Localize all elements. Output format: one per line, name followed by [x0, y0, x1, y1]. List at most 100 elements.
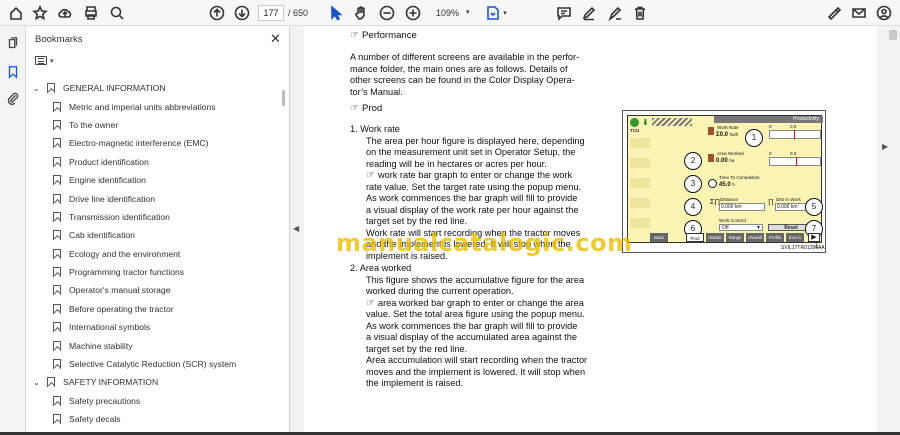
document-scrollbar[interactable]	[889, 30, 897, 40]
softkey-eco[interactable]: Eco+1	[786, 233, 804, 242]
productivity-screen-figure: Productivity ⬇ TCU Work Rate Σ0.0 ha/h 0…	[622, 110, 826, 253]
bookmark-item[interactable]: International symbols	[26, 318, 282, 336]
softkey-range[interactable]: Range	[726, 233, 744, 242]
account-icon[interactable]	[875, 4, 893, 22]
mail-icon[interactable]	[850, 4, 868, 22]
body-line: As work commences the bar graph will fil…	[366, 193, 578, 203]
work-control-label: Work Control	[719, 218, 746, 223]
work-rate-bar-graph[interactable]	[769, 130, 821, 139]
area-worked-bar-graph[interactable]	[769, 157, 821, 166]
fit-page-icon[interactable]	[484, 4, 502, 22]
bookmark-label: International symbols	[69, 322, 151, 333]
play-arrow-icon[interactable]: ▶	[808, 233, 820, 242]
bookmark-item[interactable]: Electro-magnetic interference (EMC)	[26, 134, 282, 152]
bookmark-item[interactable]: Operator's manual storage	[26, 281, 282, 299]
expand-panel-arrow-icon[interactable]: ▶	[882, 142, 888, 151]
page-number-input[interactable]: 177	[258, 5, 284, 21]
softkey-instant[interactable]: Instant	[706, 233, 724, 242]
softkey-prod[interactable]: Prod	[686, 233, 704, 242]
trash-icon[interactable]	[631, 4, 649, 22]
zoom-search-icon[interactable]	[108, 4, 126, 22]
bookmark-panel-icon[interactable]	[5, 64, 21, 80]
bookmark-item[interactable]: Ecology and the environment	[26, 245, 282, 263]
bookmark-item[interactable]: Safety decals	[26, 410, 282, 428]
bookmark-icon	[53, 395, 61, 406]
time-completion-number: 45.0	[719, 182, 731, 188]
pen-draw-icon[interactable]	[580, 4, 598, 22]
softkey-profile[interactable]: Profile	[766, 233, 784, 242]
bookmark-item[interactable]: Machine stability	[26, 336, 282, 354]
bookmark-item[interactable]: Before operating the tractor	[26, 300, 282, 318]
body-line: on the measurement unit set in Operator …	[366, 147, 576, 157]
bookmark-icon	[53, 119, 61, 130]
pointing-hand-icon: ☞	[350, 30, 359, 41]
bookmark-item[interactable]: Transmission identification	[26, 208, 282, 226]
bookmark-label: Electro-magnetic interference (EMC)	[69, 138, 209, 149]
print-icon[interactable]	[82, 4, 100, 22]
close-icon[interactable]: ✕	[270, 31, 281, 47]
chevron-down-icon: ▼	[756, 225, 761, 231]
area-worked-value: 0.00 ha	[716, 158, 734, 164]
star-icon[interactable]	[31, 4, 49, 22]
document-page: ☞ Performance A number of different scree…	[304, 26, 877, 435]
sign-pen-icon[interactable]	[825, 4, 843, 22]
performance-heading: ☞ Performance	[350, 30, 417, 42]
chevron-down-icon[interactable]: ⌄	[33, 84, 43, 93]
bookmark-icon	[53, 156, 61, 167]
bookmark-item[interactable]: Product identification	[26, 153, 282, 171]
display-screen: Productivity ⬇ TCU Work Rate Σ0.0 ha/h 0…	[627, 115, 823, 243]
main-toolbar: 177 / 650 109% ▾ ▾	[0, 0, 900, 26]
zoom-level-value: 109%	[436, 8, 460, 18]
previous-page-icon[interactable]	[208, 4, 226, 22]
callout-2: 2	[684, 152, 702, 170]
body-line: value. Set the total area figure using t…	[366, 309, 585, 319]
softkey-overall[interactable]: Overall	[746, 233, 764, 242]
zoom-in-icon[interactable]	[404, 4, 422, 22]
bookmark-options-button[interactable]: ▾	[35, 56, 54, 65]
bookmark-item[interactable]: Metric and imperial units abbreviations	[26, 97, 282, 115]
bookmark-item[interactable]: Safety precautions	[26, 392, 282, 410]
pointing-hand-icon: ☞	[366, 170, 375, 181]
watermark-text: manualcatalogic.com	[336, 229, 633, 257]
chevron-down-icon[interactable]: ⌄	[33, 378, 43, 387]
body-line: target set by the red line.	[366, 343, 468, 354]
zoom-level-dropdown[interactable]: 109% ▾	[432, 5, 474, 21]
pages-thumbnails-icon[interactable]	[5, 36, 21, 52]
bookmark-item[interactable]: Cab identification	[26, 226, 282, 244]
work-rate-label: Work Rate	[717, 125, 739, 130]
hand-tool-icon[interactable]	[352, 4, 370, 22]
bookmark-item[interactable]: Programming tractor functions	[26, 263, 282, 281]
bookmarks-title: Bookmarks	[35, 34, 83, 45]
zoom-out-icon[interactable]	[378, 4, 396, 22]
work-rate-target-line	[794, 130, 795, 139]
bookmark-icon	[53, 138, 61, 149]
comment-icon[interactable]	[555, 4, 573, 22]
highlight-edit-icon[interactable]	[606, 4, 624, 22]
bookmark-item[interactable]: Selective Catalytic Reduction (SCR) syst…	[26, 355, 282, 373]
bookmark-label: Operator's manual storage	[69, 285, 171, 296]
collapse-panel-arrow-icon[interactable]: ◀	[293, 224, 299, 233]
home-icon[interactable]	[7, 4, 25, 22]
bookmarks-scrollbar[interactable]	[282, 90, 285, 106]
area-worked-number: 0.00	[716, 158, 728, 164]
next-page-icon[interactable]	[233, 4, 251, 22]
attachment-icon[interactable]	[5, 90, 21, 106]
dist-in-work-unit: km	[790, 204, 798, 210]
bookmark-icon	[53, 193, 61, 204]
bookmark-item[interactable]: Drive line identification	[26, 189, 282, 207]
work-control-dropdown[interactable]: Off ▼	[719, 224, 763, 231]
bookmark-item[interactable]: To the owner	[26, 116, 282, 134]
distance-number: 0.000	[721, 204, 734, 210]
bookmark-icon	[53, 359, 61, 370]
bookmark-item[interactable]: Engine identification	[26, 171, 282, 189]
softkey-back[interactable]: Back	[650, 233, 668, 242]
tractor-status-icons: ⬇ TCU	[630, 118, 708, 136]
bookmark-section[interactable]: ⌄ SAFETY INFORMATION	[26, 373, 282, 391]
upload-cloud-icon[interactable]	[56, 4, 74, 22]
intro-paragraph: A number of different screens are availa…	[350, 52, 596, 98]
bookmark-icon	[53, 230, 61, 241]
bookmark-icon	[53, 303, 61, 314]
chevron-down-icon[interactable]: ▾	[501, 4, 509, 22]
select-cursor-icon[interactable]	[327, 4, 345, 22]
bookmark-section[interactable]: ⌄ GENERAL INFORMATION	[26, 79, 282, 97]
